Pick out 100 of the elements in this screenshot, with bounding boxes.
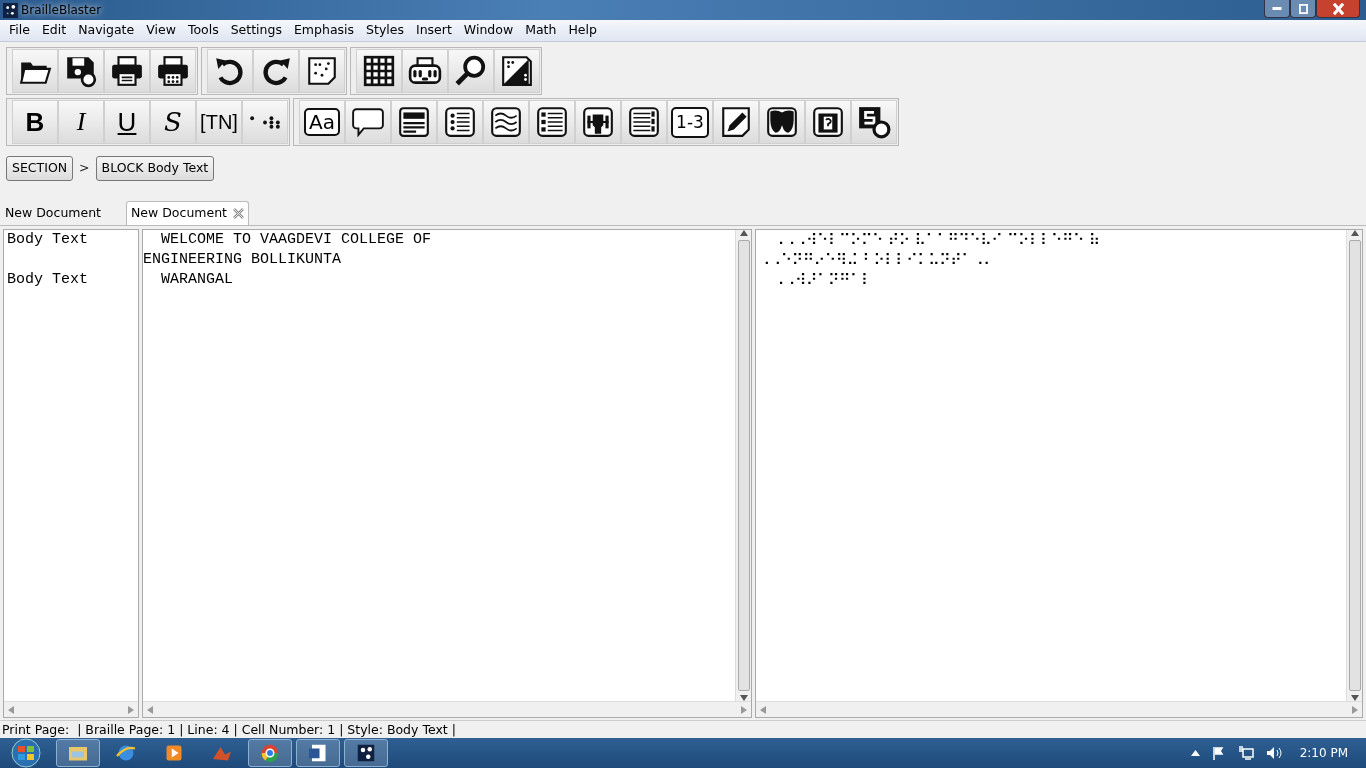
braille-preview-button[interactable] — [299, 49, 345, 93]
document-tab[interactable]: New Document — [126, 200, 249, 225]
fist-dumbbell-icon — [581, 105, 615, 139]
close-icon — [1332, 2, 1344, 15]
close-icon[interactable] — [233, 207, 244, 219]
italic-button[interactable]: I — [58, 100, 104, 144]
save-button[interactable] — [58, 49, 104, 93]
menu-item[interactable]: Help — [562, 19, 603, 42]
heading-button[interactable] — [391, 100, 437, 144]
drama-button[interactable] — [759, 100, 805, 144]
status-text: Print Page: | Braille Page: 1 | Line: 4 | Cell Number: 1 | Style: Body Text | — [2, 722, 456, 737]
print-button[interactable] — [104, 49, 150, 93]
edit-button[interactable] — [713, 100, 759, 144]
text-line: WARANGAL — [160, 269, 234, 290]
breadcrumb-button[interactable]: SECTION — [6, 156, 74, 181]
text-line: WELCOME TO VAAGDEVI COLLEGE OF — [160, 229, 433, 250]
style-button[interactable] — [851, 100, 897, 144]
printer-icon — [110, 54, 144, 88]
lettered-list-icon — [535, 105, 569, 139]
emboss-button[interactable] — [150, 49, 196, 93]
menu-item[interactable]: Insert — [410, 19, 458, 42]
transcriber-note-button[interactable]: [TN] — [196, 100, 242, 144]
scroll-right-icon — [128, 705, 134, 714]
poetry-button[interactable] — [483, 100, 529, 144]
clock: 2:10 PM — [1299, 745, 1348, 762]
scroll-up-icon — [1350, 229, 1359, 236]
style-label: Body Text — [7, 229, 89, 250]
floppy-disk-icon — [64, 54, 98, 88]
volume-icon — [1265, 746, 1282, 760]
list-button[interactable] — [437, 100, 483, 144]
menu-item[interactable]: Math — [519, 19, 563, 42]
maximize-icon — [1298, 3, 1308, 14]
heading-icon — [397, 105, 431, 139]
poetry-waves-icon — [489, 105, 523, 139]
bold-button[interactable]: B — [12, 100, 58, 144]
open-button[interactable] — [12, 49, 58, 93]
braille-line: ⠠⠠⠺⠜⠁⠝⠛⠁⠇ — [772, 269, 874, 290]
style-swap-icon — [857, 105, 891, 139]
speech-bubble-button[interactable] — [345, 100, 391, 144]
scrollbar-thumb[interactable] — [1348, 239, 1361, 691]
style-label: Body Text — [7, 269, 89, 290]
font-style-button[interactable]: Aa — [299, 100, 345, 144]
embosser-icon — [156, 54, 190, 88]
taskbar-button[interactable] — [344, 739, 388, 767]
scroll-right-icon — [741, 705, 747, 714]
help-button[interactable] — [805, 100, 851, 144]
braille-page-icon — [305, 54, 339, 88]
speech-bubble-icon — [351, 105, 385, 139]
braille-dots-button[interactable] — [242, 100, 288, 144]
up-arrow-icon — [1190, 750, 1200, 756]
braille-dots-icon — [250, 115, 280, 129]
scroll-left-icon — [8, 705, 14, 714]
window-title: BrailleBlaster — [21, 2, 102, 19]
app-logo-icon — [3, 2, 18, 18]
grid-icon — [362, 54, 396, 88]
script-button[interactable]: S — [150, 100, 196, 144]
page-range-button[interactable]: 1-3 — [667, 100, 713, 144]
search-icon — [454, 54, 488, 88]
network-icon — [1237, 746, 1254, 760]
bulleted-list-icon — [443, 105, 477, 139]
undo-button[interactable] — [207, 49, 253, 93]
text-line: ENGINEERING BOLLIKUNTA — [143, 249, 343, 270]
minimize-button[interactable] — [1264, 0, 1290, 18]
menu-item[interactable]: Settings — [224, 19, 288, 42]
exercise-button[interactable] — [575, 100, 621, 144]
menu-item[interactable]: Tools — [181, 19, 225, 42]
scroll-right-icon — [1352, 705, 1358, 714]
menu-item[interactable]: Edit — [35, 19, 73, 42]
lettered-list-button[interactable] — [529, 100, 575, 144]
braille-line: ⠠⠠⠑⠝⠛⠔⠑⠻⠬ ⠃⠕⠇⠇⠊⠅⠥⠝⠞⠁⠠⠄ — [759, 249, 996, 270]
image-braille-icon — [500, 54, 534, 88]
scroll-up-icon — [739, 229, 748, 236]
menu-item[interactable]: File — [3, 19, 36, 42]
scrollbar-thumb[interactable] — [737, 239, 750, 691]
search-button[interactable] — [448, 49, 494, 93]
menu-item[interactable]: Navigate — [72, 19, 141, 42]
braille-line: ⠠⠠⠠⠺⠑⠇⠉⠕⠍⠑ ⠞⠕ ⠧⠁⠁⠛⠙⠑⠧⠊ ⠉⠕⠇⠇⠑⠛⠑ ⠷ — [772, 229, 1101, 250]
brailler-button[interactable] — [402, 49, 448, 93]
numbered-list-button[interactable] — [621, 100, 667, 144]
menu-item[interactable]: Emphasis — [287, 19, 361, 42]
minimize-icon — [1272, 7, 1282, 10]
menu-item[interactable]: Styles — [360, 19, 410, 42]
numbered-list-icon — [627, 105, 661, 139]
table-button[interactable] — [356, 49, 402, 93]
maximize-button[interactable] — [1290, 0, 1316, 18]
help-book-icon — [811, 105, 845, 139]
underline-button[interactable]: U — [104, 100, 150, 144]
scroll-left-icon — [147, 705, 153, 714]
redo-button[interactable] — [253, 49, 299, 93]
menu-item[interactable]: Window — [457, 19, 520, 42]
pencil-page-icon — [719, 105, 753, 139]
taskbar-button[interactable] — [296, 739, 340, 767]
breadcrumb-separator: > — [79, 159, 90, 177]
scroll-left-icon — [760, 705, 766, 714]
close-button[interactable] — [1316, 0, 1360, 18]
menu-item[interactable]: View — [140, 19, 182, 42]
flag-icon — [1211, 746, 1226, 760]
breadcrumb-button[interactable]: BLOCK Body Text — [95, 156, 215, 181]
image-describer-button[interactable] — [494, 49, 540, 93]
document-tab[interactable]: New Document — [0, 200, 106, 225]
